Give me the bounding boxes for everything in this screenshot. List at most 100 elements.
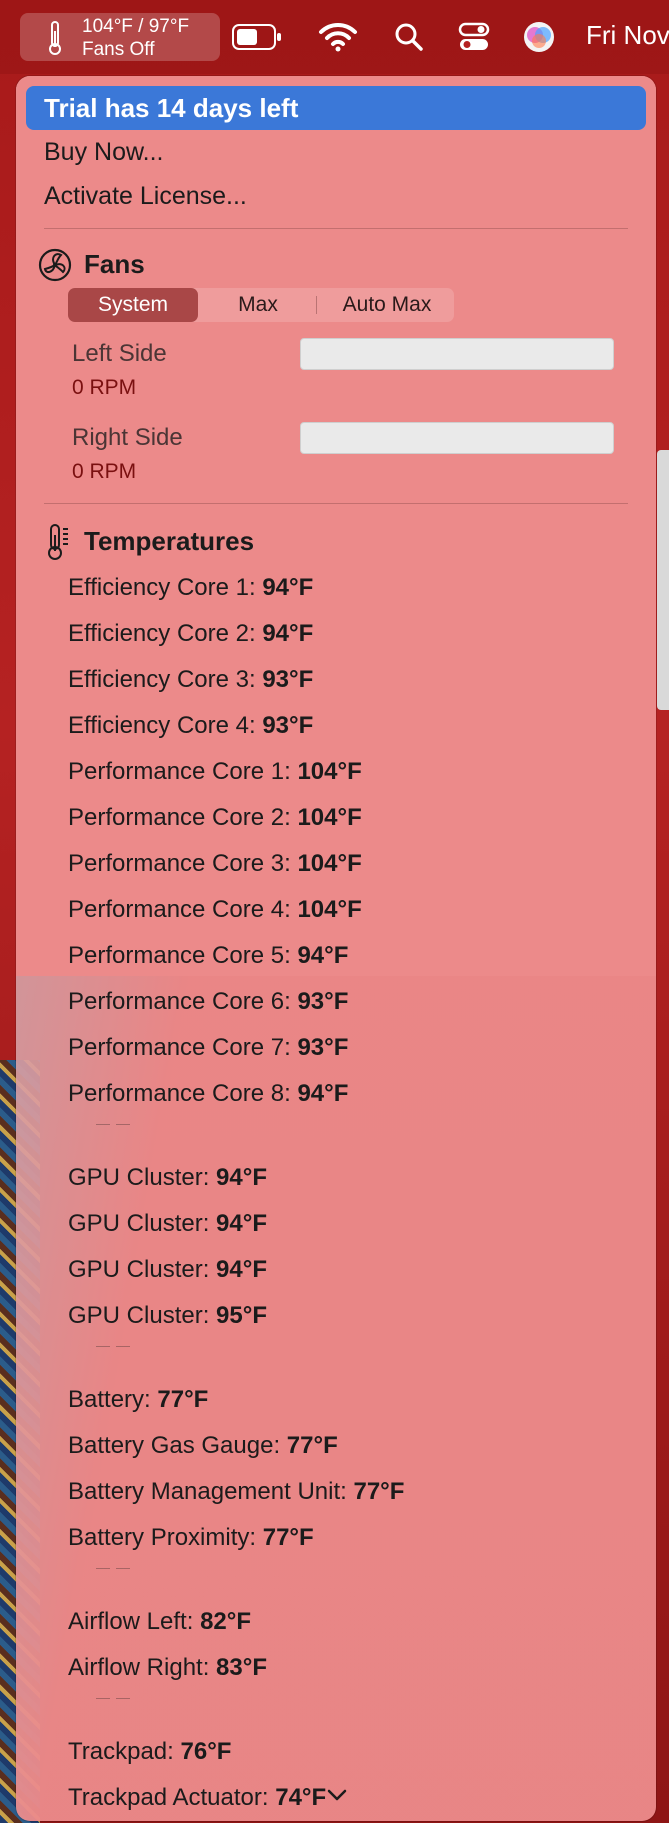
sensor-value: 76°F xyxy=(180,1738,232,1765)
wifi-icon[interactable] xyxy=(318,22,358,52)
separator xyxy=(44,228,628,229)
sensor-value: 77°F xyxy=(353,1478,405,1505)
sensor-label: GPU Cluster: xyxy=(68,1256,210,1283)
fan-mode-max[interactable]: Max xyxy=(208,288,308,322)
temperature-row: GPU Cluster: 95°F xyxy=(68,1302,267,1330)
sensor-label: GPU Cluster: xyxy=(68,1164,210,1191)
temperature-reading: 104°F / 97°F xyxy=(82,16,190,37)
sensor-value: 93°F xyxy=(297,1034,349,1061)
temperature-row: Performance Core 2: 104°F xyxy=(68,804,362,832)
sensor-label: GPU Cluster: xyxy=(68,1302,210,1329)
sensor-value: 93°F xyxy=(297,988,349,1015)
sensor-value: 93°F xyxy=(262,712,314,739)
sensor-label: Battery Management Unit: xyxy=(68,1478,347,1505)
temperature-row: Performance Core 3: 104°F xyxy=(68,850,362,878)
right-fan-slider[interactable] xyxy=(300,422,614,454)
fan-mode-segmented-control: System Max Auto Max xyxy=(68,288,454,322)
sensor-value: 104°F xyxy=(297,896,362,923)
temperature-dropdown-menu: Trial has 14 days left Buy Now... Activa… xyxy=(16,76,656,1821)
thermometer-icon xyxy=(48,524,68,560)
menu-bar: 104°F / 97°F Fans Off Fri Nov xyxy=(0,0,669,74)
trial-status-item[interactable]: Trial has 14 days left xyxy=(26,86,646,130)
chevron-down-icon[interactable] xyxy=(326,1788,348,1802)
sensor-value: 77°F xyxy=(157,1386,209,1413)
sensor-label: Performance Core 2: xyxy=(68,804,291,831)
fans-section-title: Fans xyxy=(84,249,145,279)
buy-now-item[interactable]: Buy Now... xyxy=(44,138,164,167)
temperature-row: Performance Core 4: 104°F xyxy=(68,896,362,924)
sensor-label: Battery Gas Gauge: xyxy=(68,1432,281,1459)
fan-mode-system[interactable]: System xyxy=(68,288,198,322)
temperature-row: GPU Cluster: 94°F xyxy=(68,1256,267,1284)
left-fan-slider[interactable] xyxy=(300,338,614,370)
search-icon[interactable] xyxy=(394,22,424,52)
sensor-value: 94°F xyxy=(216,1256,267,1283)
temperature-row: Efficiency Core 4: 93°F xyxy=(68,712,313,740)
left-fan-rpm: 0 RPM xyxy=(72,376,137,399)
sensor-value: 94°F xyxy=(216,1210,267,1237)
sensor-label: GPU Cluster: xyxy=(68,1210,210,1237)
sensor-value: 94°F xyxy=(262,620,314,647)
group-separator xyxy=(96,1346,132,1347)
siri-icon[interactable] xyxy=(522,20,556,54)
sensor-label: Efficiency Core 1: xyxy=(68,574,256,601)
temperature-row: Battery Gas Gauge: 77°F xyxy=(68,1432,338,1460)
temperature-row: Battery: 77°F xyxy=(68,1386,208,1414)
sensor-value: 104°F xyxy=(297,804,362,831)
temperature-row: Efficiency Core 2: 94°F xyxy=(68,620,313,648)
activate-license-item[interactable]: Activate License... xyxy=(44,182,247,211)
sensor-value: 104°F xyxy=(297,850,362,877)
sensor-value: 77°F xyxy=(262,1524,314,1551)
background-window-edge xyxy=(657,450,669,710)
sensor-value: 82°F xyxy=(200,1608,252,1635)
separator xyxy=(44,503,628,504)
temperature-row: Airflow Right: 83°F xyxy=(68,1654,267,1682)
temperature-row: Airflow Left: 82°F xyxy=(68,1608,251,1636)
right-fan-rpm: 0 RPM xyxy=(72,460,137,483)
sensor-label: Performance Core 3: xyxy=(68,850,291,877)
fan-icon xyxy=(38,248,72,282)
temperature-row: Efficiency Core 1: 94°F xyxy=(68,574,313,602)
temperature-row: GPU Cluster: 94°F xyxy=(68,1210,267,1238)
sensor-value: 83°F xyxy=(216,1654,267,1681)
right-fan-label: Right Side xyxy=(72,424,183,451)
temperatures-section-title: Temperatures xyxy=(84,526,255,556)
clock-date[interactable]: Fri Nov xyxy=(586,20,669,51)
temperature-row: Performance Core 5: 94°F xyxy=(68,942,348,970)
sensor-label: Efficiency Core 4: xyxy=(68,712,256,739)
sensor-value: 94°F xyxy=(297,1080,349,1107)
sensor-value: 74°F xyxy=(275,1784,327,1811)
fan-mode-auto-max[interactable]: Auto Max xyxy=(320,288,454,322)
temperature-row: Performance Core 1: 104°F xyxy=(68,758,362,786)
battery-icon[interactable] xyxy=(232,24,282,50)
group-separator xyxy=(96,1568,132,1569)
temperature-row: Performance Core 6: 93°F xyxy=(68,988,348,1016)
temperature-row: Battery Management Unit: 77°F xyxy=(68,1478,404,1506)
sensor-value: 94°F xyxy=(297,942,349,969)
sensor-label: Efficiency Core 2: xyxy=(68,620,256,647)
sensor-label: Performance Core 6: xyxy=(68,988,291,1015)
sensor-label: Performance Core 5: xyxy=(68,942,291,969)
left-fan-label: Left Side xyxy=(72,340,167,367)
sensor-label: Airflow Right: xyxy=(68,1654,210,1681)
sensor-label: Battery: xyxy=(68,1386,151,1413)
sensor-label: Performance Core 4: xyxy=(68,896,291,923)
sensor-label: Battery Proximity: xyxy=(68,1524,257,1551)
temperature-row: Trackpad Actuator: 74°F xyxy=(68,1784,326,1812)
sensor-value: 95°F xyxy=(216,1302,267,1329)
temperature-row: Trackpad: 76°F xyxy=(68,1738,231,1766)
sensor-label: Performance Core 1: xyxy=(68,758,291,785)
temperature-status-item[interactable]: 104°F / 97°F Fans Off xyxy=(20,13,220,61)
temperature-row: Performance Core 8: 94°F xyxy=(68,1080,348,1108)
sensor-label: Trackpad: xyxy=(68,1738,174,1765)
control-center-icon[interactable] xyxy=(458,22,490,52)
sensor-value: 77°F xyxy=(286,1432,338,1459)
temperature-row: GPU Cluster: 94°F xyxy=(68,1164,267,1192)
segment-divider xyxy=(316,296,317,314)
sensor-label: Efficiency Core 3: xyxy=(68,666,256,693)
sensor-label: Performance Core 7: xyxy=(68,1034,291,1061)
group-separator xyxy=(96,1124,132,1125)
sensor-label: Performance Core 8: xyxy=(68,1080,291,1107)
thermometer-icon xyxy=(49,21,61,55)
sensor-label: Trackpad Actuator: xyxy=(68,1784,269,1811)
